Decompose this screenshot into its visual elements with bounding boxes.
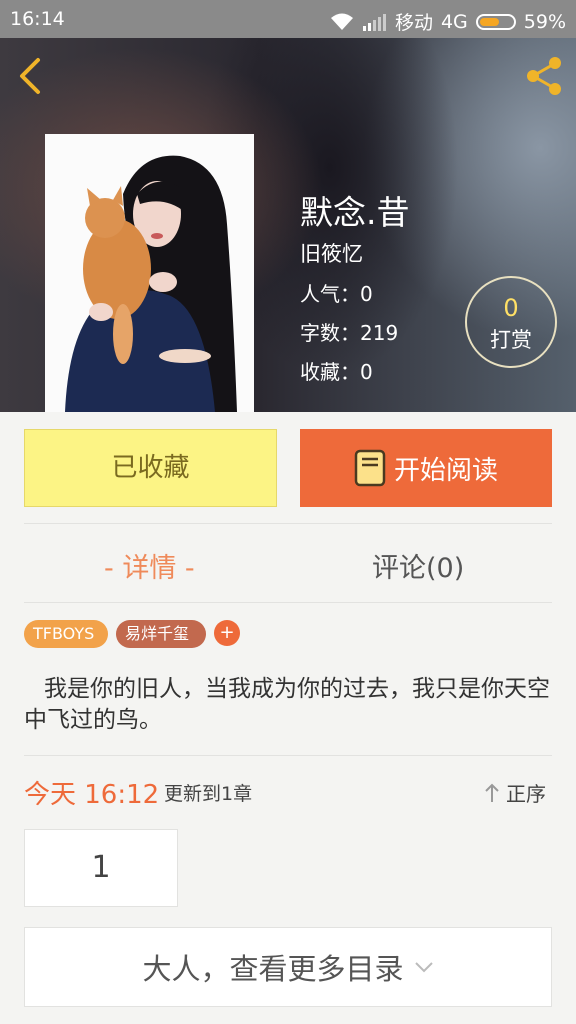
tag-tfboys[interactable]: TFBOYS: [24, 620, 108, 648]
status-bar: 16:14 移动 4G 59%: [0, 0, 576, 38]
add-tag-button[interactable]: +: [214, 620, 240, 646]
status-time: 16:14: [10, 8, 65, 30]
tab-comments[interactable]: 评论(0): [372, 546, 464, 585]
chapter-item[interactable]: 1: [24, 829, 178, 907]
status-carrier: 移动: [394, 12, 433, 34]
battery-fill: [479, 17, 499, 26]
update-time: 今天 16:12: [24, 780, 160, 810]
sort-order-label: 正序: [506, 782, 546, 806]
tag-yiyangqianxi[interactable]: 易烊千玺: [116, 620, 206, 648]
more-catalog-label: 大人，查看更多目录: [142, 952, 404, 986]
start-reading-button[interactable]: 开始阅读: [300, 429, 552, 507]
back-button[interactable]: [12, 56, 52, 96]
signal-icon: [362, 13, 386, 31]
reward-button[interactable]: 0 打赏: [465, 276, 557, 368]
word-count-stat: 字数：219: [300, 321, 399, 345]
share-icon: [527, 57, 561, 95]
reward-label: 打赏: [490, 328, 532, 352]
status-network: 4G: [440, 10, 468, 33]
popularity-stat: 人气：0: [300, 282, 373, 306]
tab-detail[interactable]: - 详情 -: [104, 546, 195, 585]
reward-count: 0: [503, 294, 519, 322]
favorites-stat: 收藏：0: [300, 360, 373, 384]
start-reading-label: 开始阅读: [393, 455, 498, 486]
divider: [24, 523, 552, 524]
battery-icon: [475, 13, 516, 30]
cover-illustration: [45, 134, 254, 412]
book-cover: [45, 134, 254, 412]
collected-button[interactable]: 已收藏: [24, 429, 277, 507]
book-introduction: 我是你的旧人，当我成为你的过去，我只是你天空中飞过的鸟。: [24, 676, 550, 733]
divider: [24, 755, 552, 756]
chevron-down-icon: [414, 962, 433, 973]
update-status: 更新到1章: [164, 783, 253, 805]
wifi-icon: [330, 13, 353, 30]
more-catalog-button[interactable]: 大人，查看更多目录: [24, 927, 552, 1007]
book-icon: [354, 449, 386, 487]
book-title: 默念.昔: [300, 193, 410, 232]
book-header: 默念.昔 旧筱忆 人气：0 字数：219 收藏：0 0 打赏: [0, 38, 576, 412]
status-battery: 59%: [523, 10, 566, 33]
status-right: 移动 4G 59%: [329, 8, 566, 35]
chevron-left-icon: [20, 58, 40, 94]
book-author[interactable]: 旧筱忆: [300, 238, 363, 268]
sort-order-button[interactable]: 正序: [484, 778, 546, 807]
arrow-up-icon: [485, 783, 499, 802]
share-button[interactable]: [522, 54, 566, 98]
divider: [24, 602, 552, 603]
